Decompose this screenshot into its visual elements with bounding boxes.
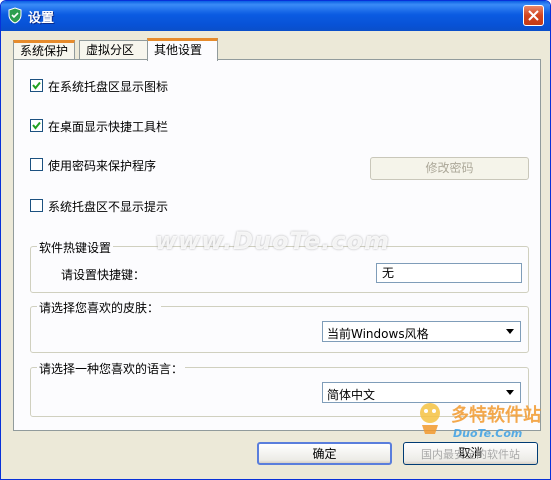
change-password-button[interactable]: 修改密码 xyxy=(370,157,529,180)
skin-select[interactable]: 当前Windows风格 xyxy=(322,321,521,342)
window-title: 设置 xyxy=(28,11,55,26)
hotkey-group: 软件热键设置 请设置快捷键： 无 xyxy=(30,239,529,293)
select-value: 简体中文 xyxy=(327,388,376,402)
chevron-down-icon xyxy=(506,390,514,395)
close-button[interactable] xyxy=(523,5,544,26)
tab-virtual-partition[interactable]: 虚拟分区 xyxy=(79,40,149,60)
group-title: 请选择您喜欢的皮肤： xyxy=(37,299,162,316)
checkbox-box[interactable] xyxy=(30,199,43,212)
tab-label: 其他设置 xyxy=(154,43,203,57)
skin-group: 请选择您喜欢的皮肤： 当前Windows风格 xyxy=(30,299,529,353)
settings-dialog: 设置 系统保护 虚拟分区 其他设置 在系统托盘区显示图标 在桌面显示快捷工具栏 … xyxy=(0,0,551,480)
tab-label: 虚拟分区 xyxy=(86,43,135,57)
checkbox-label: 系统托盘区不显示提示 xyxy=(48,200,169,214)
title-bar[interactable]: 设置 xyxy=(1,1,550,31)
cancel-button[interactable]: 取消 xyxy=(403,442,538,465)
shield-icon xyxy=(7,7,23,24)
checkbox-box[interactable] xyxy=(30,119,43,132)
checkbox-label: 在桌面显示快捷工具栏 xyxy=(48,120,169,134)
hotkey-label: 请设置快捷键： xyxy=(61,268,146,282)
ok-button[interactable]: 确定 xyxy=(257,442,392,465)
checkbox-box[interactable] xyxy=(30,158,43,171)
checkmark-icon xyxy=(32,121,41,130)
chevron-down-icon xyxy=(506,329,514,334)
group-title: 软件热键设置 xyxy=(37,239,114,256)
checkmark-icon xyxy=(32,81,41,90)
close-icon xyxy=(528,10,539,21)
checkbox-box[interactable] xyxy=(30,79,43,92)
group-title: 请选择一种您喜欢的语言： xyxy=(37,360,186,377)
language-group: 请选择一种您喜欢的语言： 简体中文 xyxy=(30,360,529,417)
tab-other-settings[interactable]: 其他设置 xyxy=(147,38,218,61)
tab-panel: 在系统托盘区显示图标 在桌面显示快捷工具栏 使用密码来保护程序 修改密码 系统托… xyxy=(13,59,541,431)
checkbox-label: 使用密码来保护程序 xyxy=(48,159,157,173)
select-value: 当前Windows风格 xyxy=(327,327,429,341)
language-select[interactable]: 简体中文 xyxy=(322,382,521,403)
checkbox-label: 在系统托盘区显示图标 xyxy=(48,80,169,94)
tab-system-protection[interactable]: 系统保护 xyxy=(13,40,75,60)
hotkey-input[interactable]: 无 xyxy=(376,263,522,283)
tab-label: 系统保护 xyxy=(20,44,69,58)
